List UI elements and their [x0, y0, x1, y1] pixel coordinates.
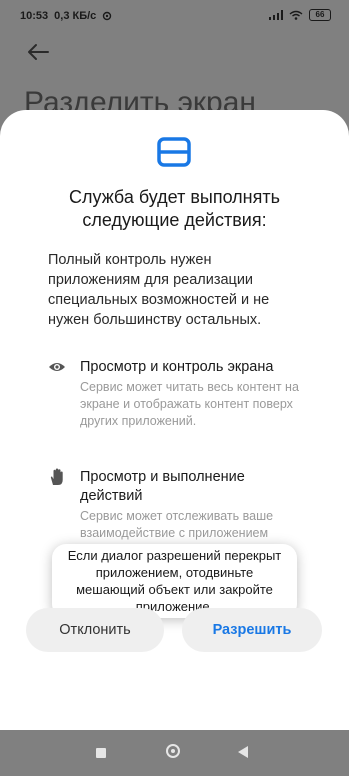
allow-button[interactable]: Разрешить	[182, 608, 322, 652]
permission-item: Просмотр и контроль экрана Сервис может …	[48, 358, 308, 430]
status-bar: 10:53 0,3 КБ/с 66	[0, 0, 349, 30]
permission-title: Просмотр и выполнение действий	[80, 469, 245, 504]
wifi-icon	[289, 10, 303, 20]
eye-icon	[49, 363, 65, 371]
signal-icon	[269, 10, 283, 20]
dialog-title: Служба будет выполнять следующие действи…	[68, 187, 280, 230]
home-dot-icon	[171, 749, 175, 753]
status-time: 10:53	[20, 10, 49, 22]
status-right: 66	[269, 9, 331, 21]
permission-item: Просмотр и выполнение действий Сервис мо…	[48, 468, 308, 542]
permission-description: Сервис может читать весь контент на экра…	[80, 380, 299, 428]
deny-button[interactable]: Отклонить	[26, 608, 164, 652]
status-speed: 0,3 КБ/с	[54, 10, 97, 22]
overlay-warning-toast: Если диалог разрешений перекрыт приложен…	[52, 544, 297, 618]
split-screen-icon	[157, 137, 191, 167]
battery-icon: 66	[309, 9, 331, 21]
back-button[interactable]	[238, 746, 248, 758]
permission-description: Сервис может отслеживать ваше взаимодейс…	[80, 509, 274, 540]
navigation-bar	[0, 730, 349, 776]
hand-icon	[50, 468, 63, 485]
dialog-description: Полный контроль нужен приложениям для ре…	[48, 252, 270, 328]
permission-title: Просмотр и контроль экрана	[80, 359, 274, 375]
back-arrow-icon[interactable]	[26, 42, 50, 62]
recents-button[interactable]	[96, 748, 106, 758]
sync-icon	[103, 11, 112, 21]
home-button[interactable]	[166, 744, 180, 758]
status-left: 10:53 0,3 КБ/с	[20, 10, 112, 22]
permission-dialog: Служба будет выполнять следующие действи…	[0, 110, 349, 730]
